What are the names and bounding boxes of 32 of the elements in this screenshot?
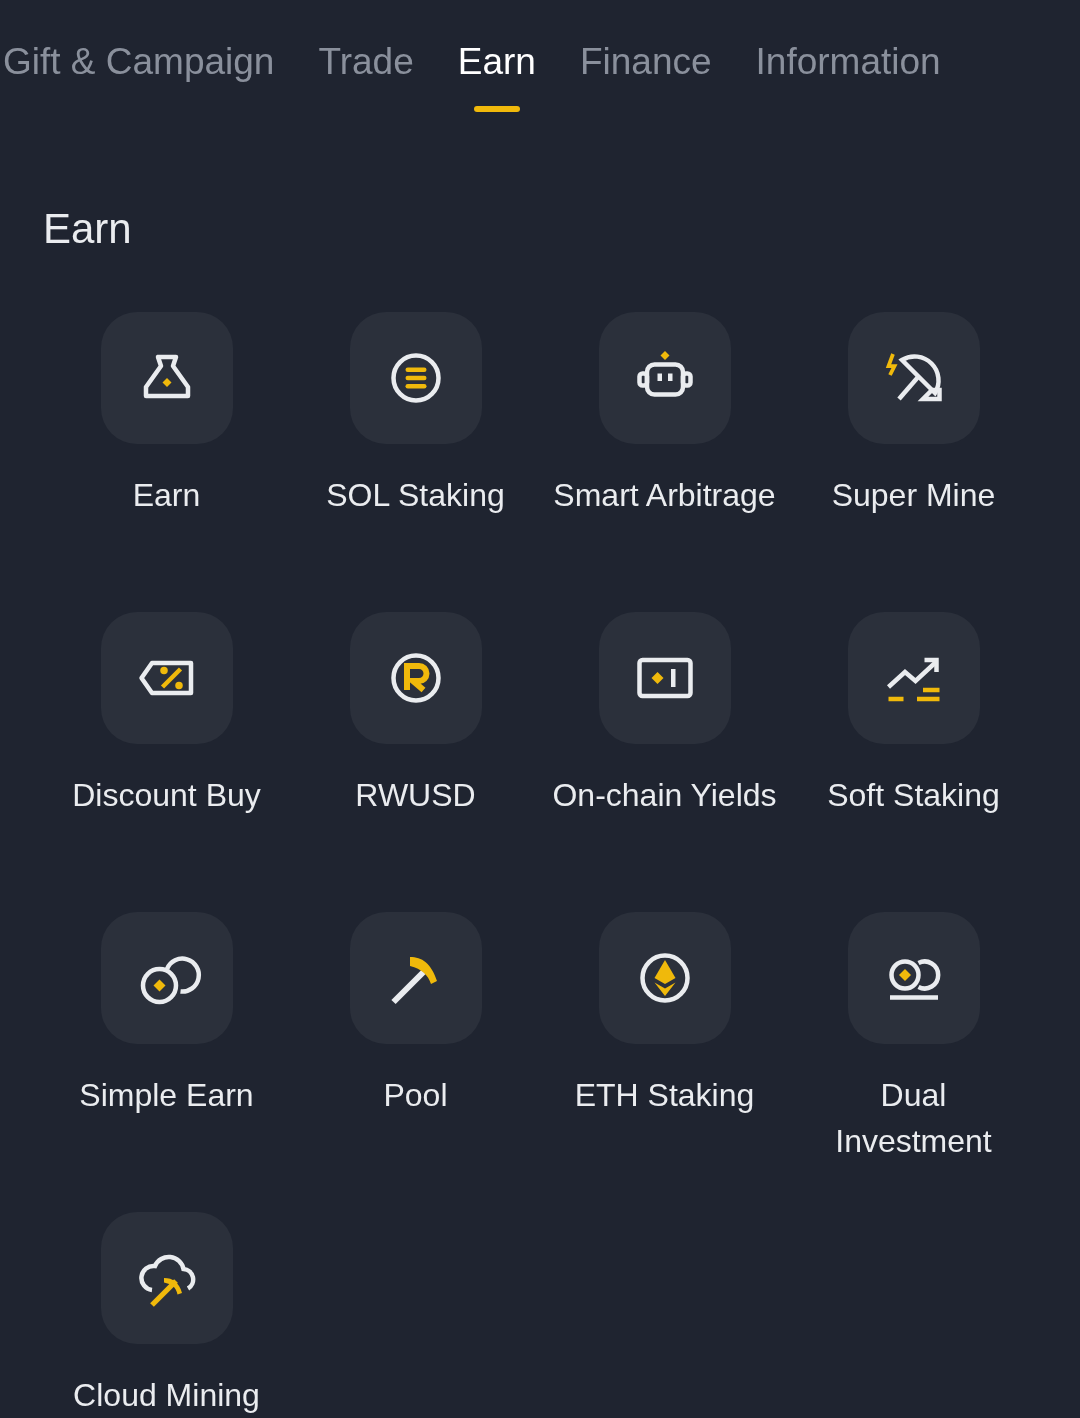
- icon-tile[interactable]: [598, 612, 731, 744]
- item-label: Super Mine: [830, 476, 997, 515]
- item-label: Pool: [382, 1076, 449, 1115]
- icon-tile[interactable]: [100, 312, 233, 444]
- tab[interactable]: Trade: [318, 36, 414, 112]
- icon-tile[interactable]: [349, 312, 482, 444]
- item-label: Discount Buy: [71, 776, 262, 815]
- icon-tile[interactable]: [349, 612, 482, 744]
- item-label: Smart Arbitrage: [552, 476, 777, 515]
- icon-tile[interactable]: [847, 312, 980, 444]
- icon-tile[interactable]: [349, 912, 482, 1044]
- section-title: Earn: [43, 208, 132, 250]
- icon-tile[interactable]: [847, 612, 980, 744]
- item-label: Earn: [131, 476, 202, 515]
- item-label: ETH Staking: [573, 1076, 756, 1115]
- item-label: Simple Earn: [78, 1076, 255, 1115]
- item-label: Dual Investment: [834, 1076, 993, 1161]
- icon-tile[interactable]: [100, 912, 233, 1044]
- icon-tile[interactable]: [100, 1212, 233, 1344]
- item-label: SOL Staking: [325, 476, 506, 515]
- item-label: On-chain Yields: [551, 776, 778, 815]
- item-label: Cloud Mining: [72, 1376, 261, 1415]
- icon-tile[interactable]: [598, 912, 731, 1044]
- item-label: RWUSD: [354, 776, 477, 815]
- tab[interactable]: Gift & Campaign: [3, 36, 275, 112]
- tab[interactable]: Earn: [457, 36, 536, 112]
- tab[interactable]: Information: [755, 36, 941, 112]
- item-label: Soft Staking: [826, 776, 1001, 815]
- tab[interactable]: Finance: [579, 36, 712, 112]
- icon-tile[interactable]: [598, 312, 731, 444]
- icon-tile[interactable]: [100, 612, 233, 744]
- icon-tile[interactable]: [847, 912, 980, 1044]
